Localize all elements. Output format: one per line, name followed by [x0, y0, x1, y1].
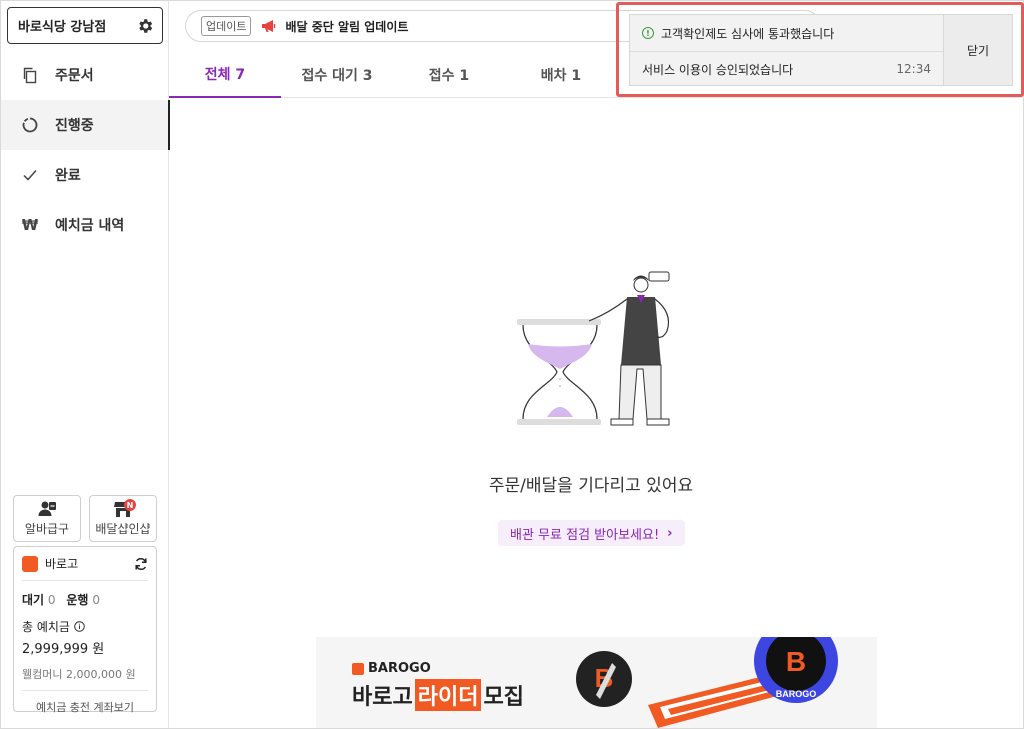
barogo-card-header: 바로고: [22, 547, 148, 581]
notice-text: 배달 중단 알림 업데이트: [285, 19, 409, 34]
toast-time: 12:34: [896, 62, 931, 76]
info-icon[interactable]: [74, 621, 85, 632]
part-time-hire-button[interactable]: 알바급구: [13, 495, 81, 542]
toast-title-row: ! 고객확인제도 심사에 통과했습니다: [630, 15, 943, 52]
tile-label: 알바급구: [24, 522, 70, 536]
toast-notification: ! 고객확인제도 심사에 통과했습니다 서비스 이용이 승인되었습니다 12:3…: [629, 14, 1013, 86]
welcome-money: 웰컴머니 2,000,000 원: [22, 666, 148, 691]
side-tiles: 알바급구 N 배달샵인샵: [13, 495, 157, 542]
banner-headline: 바로고 라이더 모집: [352, 679, 524, 711]
sidebar-item-label: 진행중: [55, 118, 94, 134]
sidebar-item-label: 예치금 내역: [55, 218, 125, 234]
barogo-name: 바로고: [45, 557, 79, 571]
waiting-count: 0: [47, 593, 56, 607]
sidebar-item-in-progress[interactable]: 진행중: [1, 100, 170, 150]
toast-close-button[interactable]: 닫기: [943, 15, 1012, 85]
barogo-logo-icon: [22, 555, 38, 572]
sidebar: 바로식당 강남점 주문서 진행중 완료 ₩ 예치금 내역 알바급구 N 배달샵인…: [1, 1, 170, 728]
banner-head-highlight: 라이더: [414, 679, 482, 711]
sidebar-item-label: 주문서: [55, 68, 94, 84]
gear-icon[interactable]: [136, 17, 154, 35]
barogo-stats: 대기 0 운행 0: [22, 591, 148, 608]
shop-in-shop-button[interactable]: N 배달샵인샵: [89, 495, 157, 542]
check-icon: [21, 166, 39, 184]
person-badge-icon: [38, 501, 56, 516]
barogo-logo-icon: [352, 662, 364, 675]
copy-icon: [21, 66, 39, 84]
store-name: 바로식당 강남점: [18, 20, 107, 35]
banner-brand-text: BAROGO: [368, 661, 431, 676]
success-icon: !: [642, 27, 654, 39]
update-tag: 업데이트: [201, 16, 252, 36]
deposit-account-link[interactable]: 예치금 충전 계좌보기: [22, 699, 148, 715]
tile-label: 배달샵인샵: [95, 522, 151, 536]
won-icon: ₩: [21, 216, 39, 234]
banner-brand: BAROGO: [352, 661, 431, 676]
app-window: 바로식당 강남점 주문서 진행중 완료 ₩ 예치금 내역 알바급구 N 배달샵인…: [0, 0, 1024, 729]
promo-link[interactable]: 배관 무료 점검 받아보세요! ›: [498, 520, 685, 546]
megaphone-icon: [262, 20, 276, 32]
promo-text: 배관 무료 점검 받아보세요!: [510, 527, 660, 543]
rider-recruit-banner[interactable]: BAROGO 바로고 라이더 모집 B B BAROGO: [316, 637, 877, 728]
rocket-emblem-icon: B: [576, 651, 632, 707]
new-badge: N: [124, 499, 136, 511]
toast-body: ! 고객확인제도 심사에 통과했습니다 서비스 이용이 승인되었습니다 12:3…: [630, 15, 943, 85]
progress-ring-icon: [21, 116, 39, 134]
tab-accepted[interactable]: 접수 1: [393, 51, 505, 98]
toast-message: 서비스 이용이 승인되었습니다: [642, 62, 794, 77]
refresh-icon[interactable]: [134, 557, 148, 571]
store-selector[interactable]: 바로식당 강남점: [7, 7, 163, 44]
running-label: 운행: [66, 593, 89, 607]
sidebar-item-orders[interactable]: 주문서: [1, 50, 169, 100]
running-count: 0: [92, 593, 100, 607]
barogo-card: 바로고 대기 0 운행 0 총 예치금 2,999,999 원 웰컴머니 2,0…: [13, 546, 157, 715]
empty-state-message: 주문/배달을 기다리고 있어요: [488, 476, 694, 496]
barogo-seal-icon: B BAROGO: [754, 637, 838, 703]
banner-head-post: 모집: [483, 685, 524, 710]
total-deposit-amount: 2,999,999 원: [22, 642, 105, 657]
total-deposit-label: 총 예치금: [22, 620, 70, 634]
total-deposit-row: 총 예치금: [22, 618, 148, 635]
banner-head-pre: 바로고: [352, 685, 413, 710]
waiting-label: 대기: [22, 593, 45, 607]
svg-text:B: B: [786, 646, 806, 677]
sidebar-item-deposit-history[interactable]: ₩ 예치금 내역: [1, 200, 169, 250]
waiting-illustration: [517, 271, 670, 426]
sidebar-item-done[interactable]: 완료: [1, 150, 169, 200]
chevron-right-icon: ›: [667, 525, 673, 541]
tab-pending[interactable]: 접수 대기 3: [281, 51, 393, 98]
tab-dispatched[interactable]: 배차 1: [505, 51, 617, 98]
sidebar-item-label: 완료: [55, 168, 81, 184]
svg-text:BAROGO: BAROGO: [776, 689, 817, 699]
toast-title: 고객확인제도 심사에 통과했습니다: [661, 26, 835, 41]
tab-all[interactable]: 전체 7: [169, 51, 281, 98]
toast-message-row: 서비스 이용이 승인되었습니다 12:34: [630, 52, 943, 86]
sidebar-nav: 주문서 진행중 완료 ₩ 예치금 내역: [1, 50, 170, 250]
